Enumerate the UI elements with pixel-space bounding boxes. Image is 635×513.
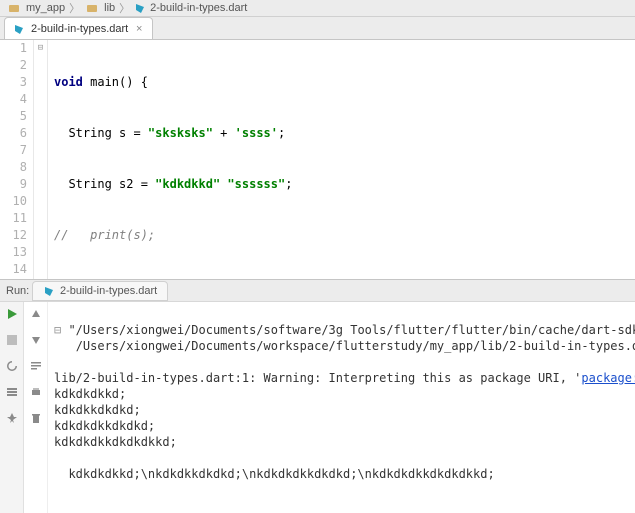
stop-icon[interactable]: [4, 332, 20, 348]
editor-tab[interactable]: 2-build-in-types.dart ×: [4, 17, 153, 39]
crumb-file[interactable]: 2-build-in-types.dart: [150, 2, 247, 14]
settings-icon[interactable]: [4, 384, 20, 400]
trash-icon[interactable]: [28, 410, 44, 426]
run-tab[interactable]: 2-build-in-types.dart: [32, 281, 168, 301]
folder-icon: [84, 0, 100, 16]
console-line: /Users/xiongwei/Documents/workspace/flut…: [76, 339, 635, 353]
restart-icon[interactable]: [4, 358, 20, 374]
up-icon[interactable]: [28, 306, 44, 322]
run-label: Run:: [0, 285, 32, 297]
run-panel: Run: 2-build-in-types.dart ⊟ "/Users/xio…: [0, 279, 635, 513]
rerun-icon[interactable]: [4, 306, 20, 322]
print-icon[interactable]: [28, 384, 44, 400]
fold-toggle-icon[interactable]: ⊟: [54, 323, 68, 337]
console-line: kdkdkkdkdkd;: [54, 403, 141, 417]
package-link[interactable]: package:: [581, 371, 635, 385]
crumb-folder[interactable]: lib: [104, 2, 115, 14]
console-line: kdkdkdkkdkdkdkkd;: [54, 435, 177, 449]
run-tab-title: 2-build-in-types.dart: [60, 285, 157, 297]
breadcrumb: my_app 〉 lib 〉 2-build-in-types.dart: [0, 0, 635, 17]
user-annotation: 加了小r的则直接原始 输出，不会对换行符进 行解释的: [238, 252, 378, 279]
dart-file-icon: [134, 2, 146, 14]
run-toolbar-secondary: [24, 302, 48, 513]
fold-gutter: ⊟: [34, 40, 48, 279]
run-toolbar-left: [0, 302, 24, 513]
dart-file-icon: [13, 23, 25, 35]
chevron-right-icon: 〉: [119, 0, 130, 16]
tab-title: 2-build-in-types.dart: [31, 23, 128, 35]
console-line: kdkdkdkkd;\nkdkdkkdkdkd;\nkdkdkdkkdkdkd;…: [54, 467, 495, 481]
console-line: "/Users/xiongwei/Documents/software/3g T…: [68, 323, 635, 337]
dart-file-icon: [43, 285, 55, 297]
console-warning: lib/2-build-in-types.dart:1: Warning: In…: [54, 371, 581, 385]
down-icon[interactable]: [28, 332, 44, 348]
console-line: kdkdkdkkd;: [54, 387, 126, 401]
close-icon[interactable]: ×: [134, 24, 144, 34]
console-line: kdkdkdkkdkdkd;: [54, 419, 155, 433]
chevron-right-icon: 〉: [69, 0, 80, 16]
pin-icon[interactable]: [4, 410, 20, 426]
code-area[interactable]: void main() { String s = "sksksks" + 'ss…: [48, 40, 635, 279]
code-editor[interactable]: 1 2 3 4 5 6 7 8 9 10 11 12 13 14 ⊟ void …: [0, 40, 635, 279]
line-gutter: 1 2 3 4 5 6 7 8 9 10 11 12 13 14: [0, 40, 34, 279]
run-header: Run: 2-build-in-types.dart: [0, 280, 635, 302]
console-output[interactable]: ⊟ "/Users/xiongwei/Documents/software/3g…: [48, 302, 635, 513]
fold-toggle-icon[interactable]: ⊟: [34, 40, 47, 57]
editor-tabbar: 2-build-in-types.dart ×: [0, 17, 635, 40]
soft-wrap-icon[interactable]: [28, 358, 44, 374]
project-icon: [6, 0, 22, 16]
crumb-project[interactable]: my_app: [26, 2, 65, 14]
